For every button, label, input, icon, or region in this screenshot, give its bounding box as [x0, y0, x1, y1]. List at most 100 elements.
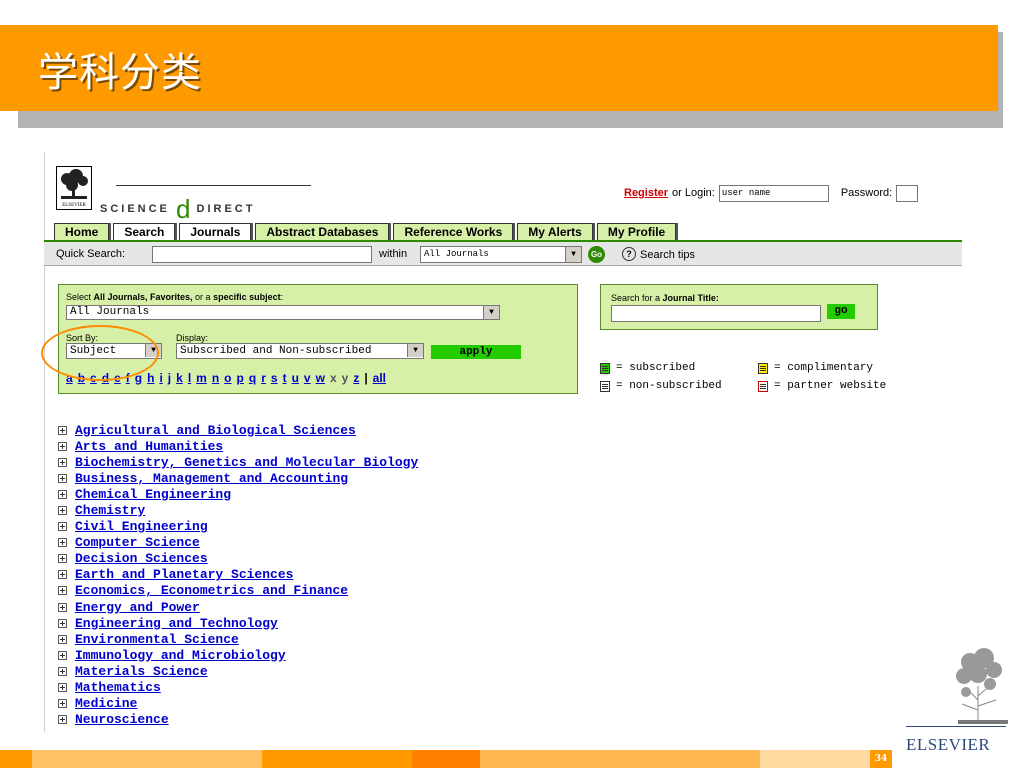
alpha-letter-link[interactable]: q [249, 371, 256, 385]
tab-my-profile[interactable]: My Profile [596, 223, 677, 240]
password-label: Password: [840, 187, 893, 199]
alpha-letter-link[interactable]: t [283, 371, 287, 385]
legend-row: = subscribed = complimentary [600, 359, 916, 377]
apply-button[interactable]: apply [431, 345, 521, 359]
tab-search[interactable]: Search [113, 223, 176, 240]
expand-plus-icon[interactable] [58, 522, 67, 532]
subject-link[interactable]: Biochemistry, Genetics and Molecular Bio… [75, 455, 418, 470]
footer-segment [480, 750, 760, 768]
subject-link[interactable]: Economics, Econometrics and Finance [75, 583, 348, 598]
expand-plus-icon[interactable] [58, 650, 67, 660]
wordmark-direct: DIRECT [196, 203, 256, 215]
alpha-letter-link[interactable]: k [176, 371, 183, 385]
subject-link[interactable]: Chemical Engineering [75, 487, 231, 502]
footer-segment [262, 750, 412, 768]
subject-link[interactable]: Business, Management and Accounting [75, 471, 348, 486]
alpha-letter-link[interactable]: s [271, 371, 278, 385]
tab-reference-works[interactable]: Reference Works [393, 223, 514, 240]
logo-rule [906, 726, 1006, 727]
expand-plus-icon[interactable] [58, 506, 67, 516]
subject-item: Chemical Engineering [58, 486, 418, 502]
subject-link[interactable]: Computer Science [75, 535, 200, 550]
subject-link[interactable]: Civil Engineering [75, 519, 208, 534]
expand-plus-icon[interactable] [58, 538, 67, 548]
expand-plus-icon[interactable] [58, 554, 67, 564]
alpha-letter-link[interactable]: z [353, 371, 359, 385]
expand-plus-icon[interactable] [58, 634, 67, 644]
alpha-letter-link[interactable]: v [304, 371, 311, 385]
expand-plus-icon[interactable] [58, 425, 67, 435]
alpha-letter-link[interactable]: u [292, 371, 299, 385]
subject-link[interactable]: Medicine [75, 696, 137, 711]
subject-link[interactable]: Agricultural and Biological Sciences [75, 423, 356, 438]
subject-link[interactable]: Immunology and Microbiology [75, 648, 286, 663]
subject-link[interactable]: Energy and Power [75, 600, 200, 615]
expand-plus-icon[interactable] [58, 570, 67, 580]
alpha-all-link[interactable]: all [373, 371, 386, 385]
footer-segment [0, 750, 32, 768]
within-select[interactable]: All Journals ▼ [420, 246, 582, 263]
tab-journals[interactable]: Journals [179, 223, 252, 240]
tab-abstract-databases[interactable]: Abstract Databases [255, 223, 390, 240]
username-input[interactable]: user name [718, 184, 829, 202]
journal-title-go-button[interactable]: go [827, 304, 855, 319]
journal-scope-select[interactable]: All Journals ▼ [66, 305, 500, 320]
expand-plus-icon[interactable] [58, 441, 67, 451]
access-legend: = subscribed = complimentary = non-subsc… [600, 359, 916, 395]
register-link[interactable]: Register [624, 187, 668, 199]
expand-plus-icon[interactable] [58, 715, 67, 725]
subject-link[interactable]: Materials Science [75, 664, 208, 679]
sciencedirect-logo[interactable]: ELSEVIER SCIENCE d DIRECT [56, 166, 311, 224]
search-tips-link[interactable]: ? Search tips [622, 247, 695, 262]
expand-plus-icon[interactable] [58, 457, 67, 467]
expand-plus-icon[interactable] [58, 666, 67, 676]
within-label: within [379, 248, 408, 260]
alpha-letter-link[interactable]: n [212, 371, 219, 385]
expand-plus-icon[interactable] [58, 586, 67, 596]
subject-item: Civil Engineering [58, 519, 418, 535]
legend-partner: = partner website [758, 380, 916, 392]
subject-link[interactable]: Environmental Science [75, 632, 239, 647]
expand-plus-icon[interactable] [58, 602, 67, 612]
subject-link[interactable]: Earth and Planetary Sciences [75, 567, 293, 582]
subject-link[interactable]: Engineering and Technology [75, 616, 278, 631]
alpha-letter-link[interactable]: h [147, 371, 154, 385]
alpha-letter-link[interactable]: i [159, 371, 162, 385]
title-bar-shadow-right [998, 32, 1003, 112]
subject-link[interactable]: Neuroscience [75, 712, 169, 727]
legend-non-subscribed-label: = non-subscribed [616, 380, 722, 392]
expand-plus-icon[interactable] [58, 489, 67, 499]
subject-item: Mathematics [58, 680, 418, 696]
elsevier-tree-icon [956, 648, 1008, 724]
non-subscribed-icon [600, 380, 610, 392]
alpha-letter-link[interactable]: w [316, 371, 325, 385]
alpha-letter-link[interactable]: l [188, 371, 191, 385]
alpha-letter-link[interactable]: j [168, 371, 171, 385]
display-select[interactable]: Subscribed and Non-subscribed ▼ [176, 343, 424, 359]
subject-link[interactable]: Arts and Humanities [75, 439, 223, 454]
elsevier-logo: ELSEVIER [900, 640, 1012, 760]
quick-search-go-button[interactable]: Go [588, 246, 605, 263]
journal-title-input[interactable] [611, 305, 821, 322]
expand-plus-icon[interactable] [58, 473, 67, 483]
subject-item: Computer Science [58, 535, 418, 551]
subject-link[interactable]: Chemistry [75, 503, 145, 518]
alpha-letter-link[interactable]: m [196, 371, 207, 385]
tab-my-alerts[interactable]: My Alerts [517, 223, 593, 240]
legend-subscribed: = subscribed [600, 362, 758, 374]
subject-link[interactable]: Mathematics [75, 680, 161, 695]
expand-plus-icon[interactable] [58, 683, 67, 693]
alpha-letter-link[interactable]: o [224, 371, 231, 385]
page-number: 34 [870, 750, 892, 768]
expand-plus-icon[interactable] [58, 699, 67, 709]
alpha-letter-link[interactable]: r [261, 371, 266, 385]
expand-plus-icon[interactable] [58, 618, 67, 628]
display-value: Subscribed and Non-subscribed [180, 345, 372, 357]
tab-home[interactable]: Home [54, 223, 110, 240]
sciencedirect-screenshot: ELSEVIER SCIENCE d DIRECT Register or Lo… [41, 152, 962, 732]
subject-link[interactable]: Decision Sciences [75, 551, 208, 566]
password-input[interactable] [896, 184, 919, 202]
alpha-letter-link[interactable]: p [237, 371, 244, 385]
journal-title-label: Search for a Journal Title: [611, 293, 719, 303]
quick-search-input[interactable] [152, 246, 372, 263]
